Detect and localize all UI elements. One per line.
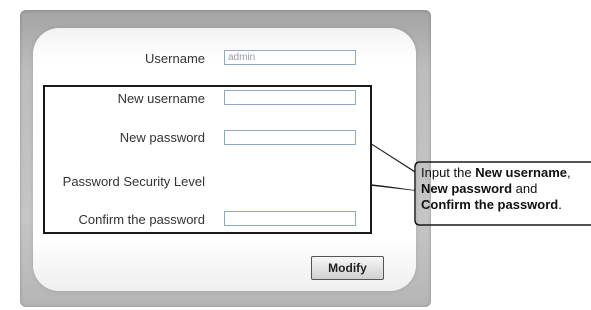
callout-line-3: Confirm the password. — [421, 197, 562, 212]
modify-button[interactable]: Modify — [311, 256, 384, 280]
callout-line-1: Input the New username, — [421, 165, 571, 180]
callout-line-2: New password and — [421, 181, 538, 196]
callout-note: Input the New username, New password and… — [415, 162, 591, 226]
callout-pointer — [370, 143, 591, 226]
